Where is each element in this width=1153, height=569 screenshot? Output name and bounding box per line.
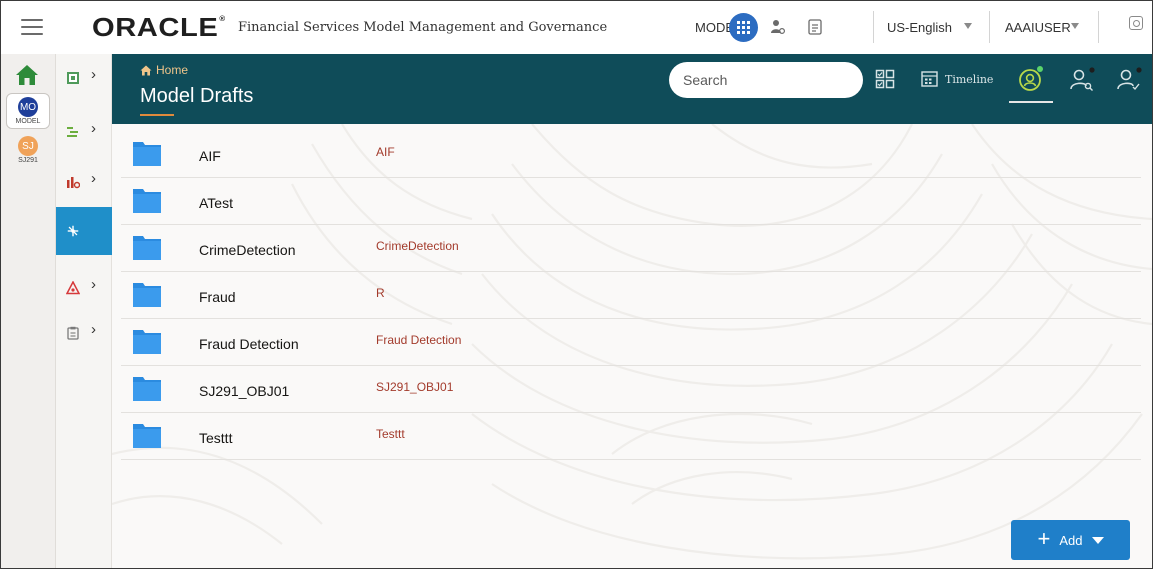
subnav-item-models[interactable]: › <box>56 54 112 102</box>
folder-icon <box>133 330 161 354</box>
settings-panel-icon[interactable] <box>1129 16 1143 30</box>
folder-name: AIF <box>199 148 221 164</box>
left-rail: MO MODEL SJ SJ291 <box>1 54 56 568</box>
folder-name: Fraud <box>199 289 236 305</box>
user-check-icon[interactable] <box>1114 64 1144 94</box>
list-item[interactable]: Fraud Detection Fraud Detection <box>121 319 1141 366</box>
active-indicator <box>1009 101 1053 103</box>
alert-triangle-icon <box>66 281 80 295</box>
list-item[interactable]: SJ291_OBJ01 SJ291_OBJ01 <box>121 366 1141 413</box>
document-icon[interactable] <box>806 18 824 36</box>
page-header: Home Model Drafts Timeline <box>112 54 1152 124</box>
rail-item-label: SJ291 <box>18 157 38 164</box>
timeline-link[interactable]: Timeline <box>945 73 993 86</box>
list-tree-icon <box>66 125 80 139</box>
chevron-down-icon[interactable] <box>964 23 972 29</box>
folder-name: CrimeDetection <box>199 242 296 258</box>
folder-name: Fraud Detection <box>199 336 299 352</box>
breadcrumb-label: Home <box>156 63 189 77</box>
folder-list: AIF AIF ATest CrimeDetection CrimeDetect… <box>121 131 1141 460</box>
avatar: MO <box>18 97 38 117</box>
user-menu[interactable]: AAAIUSER <box>1005 20 1071 35</box>
network-icon <box>66 224 80 238</box>
clipboard-icon <box>66 326 80 340</box>
list-item[interactable]: AIF AIF <box>121 131 1141 178</box>
folder-description: CrimeDetection <box>376 239 459 253</box>
divider <box>1098 11 1099 43</box>
grid-icon <box>737 21 750 34</box>
top-bar: ORACLE® Financial Services Model Managem… <box>1 1 1152 54</box>
oracle-logo: ORACLE® <box>92 12 226 42</box>
divider <box>989 11 990 43</box>
list-item[interactable]: ATest <box>121 178 1141 225</box>
avatar: SJ <box>18 136 38 156</box>
subnav-item-model-drafts[interactable] <box>56 207 112 255</box>
rail-item-label: MODEL <box>15 118 41 125</box>
subnav-item-charts[interactable]: › <box>56 158 112 206</box>
folder-icon <box>133 424 161 448</box>
rail-item-model[interactable]: MO MODEL <box>6 93 50 129</box>
folder-icon <box>133 142 161 166</box>
home-icon <box>140 65 152 75</box>
product-name: Financial Services Model Management and … <box>238 20 608 35</box>
subnav-item-tree[interactable]: › <box>56 108 112 156</box>
folder-description: Testtt <box>376 427 405 441</box>
list-item[interactable]: CrimeDetection CrimeDetection <box>121 225 1141 272</box>
breadcrumb-home[interactable]: Home <box>140 63 188 77</box>
folder-icon <box>133 283 161 307</box>
sub-navigation: › › › › › <box>56 54 112 568</box>
rail-item-sj291[interactable]: SJ SJ291 <box>6 133 50 169</box>
folder-name: SJ291_OBJ01 <box>199 383 290 399</box>
user-circle-icon[interactable] <box>1016 64 1046 94</box>
chevron-right-icon: › <box>91 321 96 338</box>
model-icon <box>66 71 80 85</box>
folder-list-panel: AIF AIF ATest CrimeDetection CrimeDetect… <box>112 124 1152 568</box>
search-input[interactable] <box>669 62 863 98</box>
add-button-label: Add <box>1059 532 1083 548</box>
home-icon[interactable] <box>15 64 39 86</box>
chevron-right-icon: › <box>91 170 96 187</box>
chevron-down-icon[interactable] <box>1071 23 1079 29</box>
folder-name: ATest <box>199 195 233 211</box>
chevron-down-icon <box>1091 536 1104 544</box>
chart-settings-icon <box>66 175 80 189</box>
folder-name: Testtt <box>199 430 233 446</box>
folder-description: R <box>376 286 385 300</box>
divider <box>873 11 874 43</box>
folder-description: SJ291_OBJ01 <box>376 380 454 394</box>
plus-icon: + <box>1037 526 1051 551</box>
chevron-right-icon: › <box>91 276 96 293</box>
app-launcher-button[interactable] <box>729 13 758 42</box>
subnav-item-reports[interactable]: › <box>56 309 112 357</box>
add-button[interactable]: + Add <box>1011 520 1130 560</box>
user-settings-icon[interactable] <box>769 18 787 36</box>
folder-icon <box>133 377 161 401</box>
calendar-icon[interactable] <box>921 70 938 87</box>
list-item[interactable]: Fraud R <box>121 272 1141 319</box>
grid-view-icon[interactable] <box>875 69 895 89</box>
title-underline <box>140 114 174 116</box>
user-search-icon[interactable] <box>1067 64 1097 94</box>
hamburger-menu-icon[interactable] <box>21 19 43 35</box>
folder-description: AIF <box>376 145 395 159</box>
language-select[interactable]: US-English <box>887 20 952 35</box>
subnav-item-alerts[interactable]: › <box>56 264 112 312</box>
folder-icon <box>133 189 161 213</box>
app-frame: ORACLE® Financial Services Model Managem… <box>0 0 1153 569</box>
list-item[interactable]: Testtt Testtt <box>121 413 1141 460</box>
chevron-right-icon: › <box>91 66 96 83</box>
folder-description: Fraud Detection <box>376 333 462 347</box>
page-title: Model Drafts <box>140 85 254 107</box>
chevron-right-icon: › <box>91 120 96 137</box>
folder-icon <box>133 236 161 260</box>
